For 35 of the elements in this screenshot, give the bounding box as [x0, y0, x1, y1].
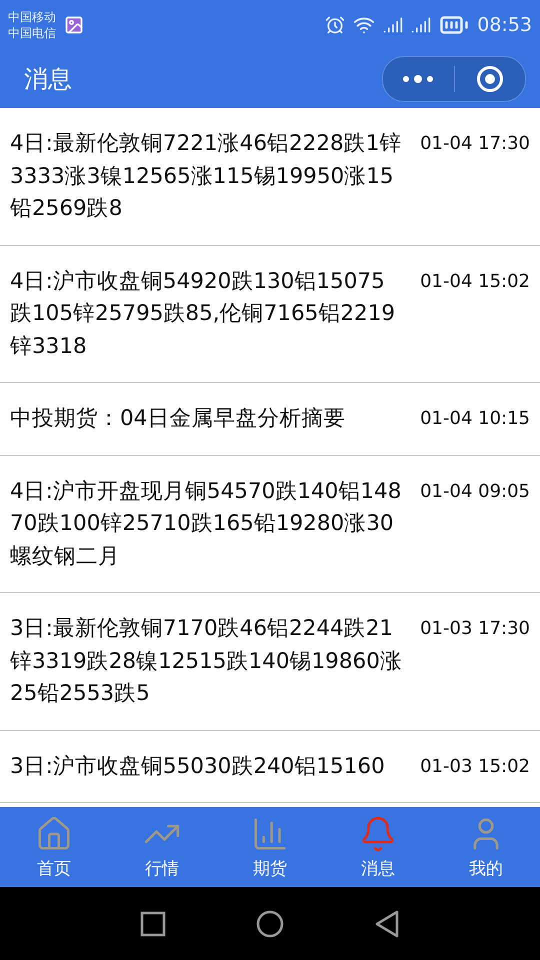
message-row[interactable]: 中投期货：04日金属早盘分析摘要 01-04 10:15 [0, 383, 540, 456]
home-icon[interactable] [256, 910, 284, 938]
alarm-icon [325, 15, 346, 35]
tab[interactable]: 首页 [0, 807, 108, 887]
tab[interactable]: 消息 [324, 807, 432, 887]
signal-icon [411, 15, 432, 35]
message-row[interactable]: 3日:沪市收盘铜55030跌240铝15160 01-03 15:02 [0, 730, 540, 803]
message-text: 3日:最新伦敦铜7170跌46铝2244跌21锌3319跌28镍12515跌140锡19860涨25铅2553跌5 [10, 615, 403, 708]
carrier-name: 中国移动 [8, 9, 56, 25]
message-row[interactable]: 4日:沪市收盘铜54920跌130铝15075跌105锌25795跌85,伦铜7165铝2219锌3318 01-04 15:02 [0, 246, 540, 383]
signal-icon [383, 15, 404, 35]
tab[interactable]: 我的 [432, 807, 540, 887]
tab[interactable]: 行情 [108, 807, 216, 887]
message-row[interactable]: 4日:沪市开盘现月铜54570跌140铝14870跌100锌25710跌165铅19280涨30螺纹钢二月 01-04 09:05 [0, 456, 540, 593]
message-row[interactable]: 4日:最新伦敦铜7221涨46铝2228跌1锌3333涨3镍12565涨115锡19950涨15铅2569跌8 01-04 17:30 [0, 108, 540, 246]
message-text: 4日:沪市收盘铜54920跌130铝15075跌105锌25795跌85,伦铜7165铝2219锌3318 [10, 268, 396, 360]
message-text: 4日:最新伦敦铜7221涨46铝2228跌1锌3333涨3镍12565涨115锡19950涨15铅2569跌8 [10, 130, 402, 223]
message-time: 01-04 15:02 [419, 270, 530, 294]
gallery-icon [64, 15, 84, 35]
more-icon[interactable] [401, 73, 436, 85]
message-time: 01-04 10:15 [419, 407, 530, 431]
message-row[interactable]: 3日:最新伦敦铜7170跌46铝2244跌21锌3319跌28镍12515跌140锡19860涨25铅2553跌5 01-03 17:30 [0, 593, 540, 730]
recents-icon[interactable] [140, 910, 166, 936]
carrier-name: 中国电信 [8, 25, 56, 41]
message-time: 01-03 15:02 [419, 754, 530, 778]
tab[interactable]: 期货 [216, 807, 324, 887]
message-text: 3日:沪市收盘铜55030跌240铝15160 [10, 752, 386, 780]
page-title: 消息 [24, 64, 73, 95]
message-time: 01-04 17:30 [419, 132, 530, 156]
clock-time: 08:53 [477, 14, 532, 36]
message-text: 中投期货：04日金属早盘分析摘要 [10, 405, 346, 433]
message-time: 01-03 17:30 [419, 617, 530, 641]
message-time: 01-04 09:05 [419, 480, 530, 504]
back-icon[interactable] [374, 910, 400, 938]
message-text: 4日:沪市开盘现月铜54570跌140铝14870跌100锌25710跌165铅19280涨30螺纹钢二月 [10, 478, 402, 570]
